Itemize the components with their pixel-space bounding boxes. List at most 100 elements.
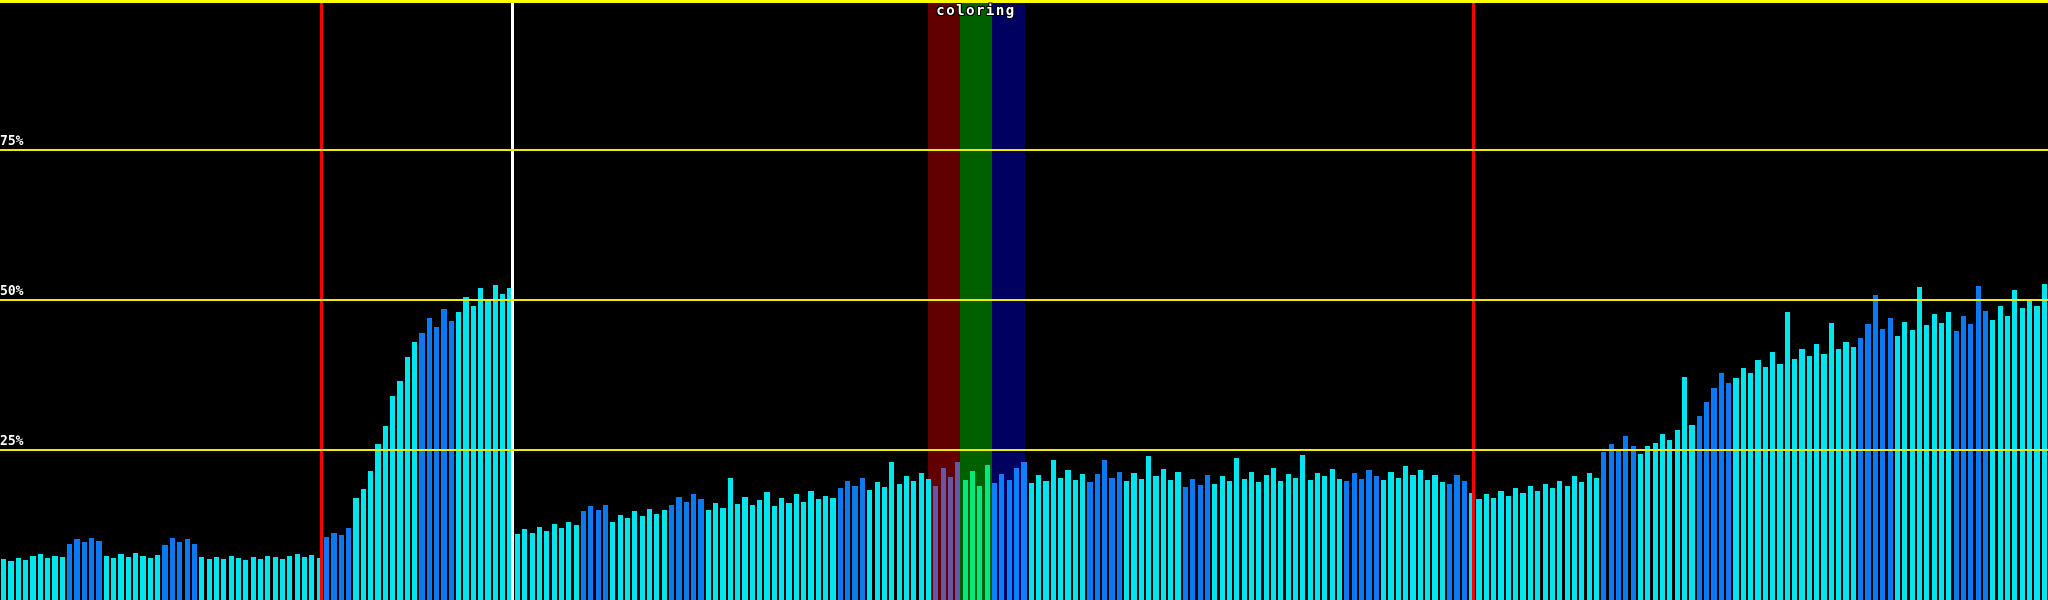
history-bar bbox=[419, 333, 425, 600]
history-bar bbox=[1784, 312, 1790, 600]
history-bar bbox=[1447, 483, 1453, 600]
history-bar bbox=[845, 481, 851, 600]
history-bar bbox=[155, 555, 161, 600]
history-bar bbox=[1505, 495, 1511, 600]
history-bar bbox=[1938, 322, 1945, 600]
history-bar bbox=[867, 489, 873, 600]
history-bar bbox=[1645, 446, 1651, 600]
history-bar bbox=[837, 488, 843, 600]
usage-history-graph: 75% 50% 25% coloring bbox=[0, 0, 2048, 600]
history-bar bbox=[749, 505, 755, 600]
history-bar bbox=[1498, 490, 1504, 600]
history-bar bbox=[1997, 306, 2003, 600]
history-bar bbox=[1080, 474, 1086, 600]
history-bar bbox=[1711, 387, 1717, 600]
history-bar bbox=[646, 508, 653, 600]
history-bar bbox=[830, 498, 836, 600]
history-bar bbox=[1579, 482, 1585, 600]
history-bar bbox=[133, 553, 139, 600]
history-bar bbox=[786, 502, 792, 600]
history-bar bbox=[566, 522, 572, 600]
history-bar bbox=[896, 483, 902, 600]
history-bar bbox=[1028, 483, 1034, 600]
history-bar bbox=[338, 535, 344, 600]
history-bar bbox=[1909, 330, 1915, 600]
history-bar bbox=[1036, 475, 1042, 600]
history-bar bbox=[1153, 476, 1159, 600]
history-bar bbox=[514, 534, 521, 600]
history-bar bbox=[111, 558, 117, 600]
history-bar bbox=[1388, 471, 1394, 600]
history-bar bbox=[2041, 284, 2047, 600]
history-bar bbox=[294, 554, 300, 600]
history-bar bbox=[1050, 459, 1056, 600]
history-bar bbox=[852, 486, 858, 600]
history-bar bbox=[1182, 487, 1188, 600]
history-bar bbox=[1403, 465, 1409, 600]
history-bar bbox=[1880, 328, 1886, 600]
history-bar bbox=[1329, 469, 1335, 600]
history-bar bbox=[1542, 483, 1548, 600]
history-bar bbox=[470, 306, 476, 600]
history-bar bbox=[668, 505, 675, 600]
history-bar bbox=[1439, 482, 1445, 600]
history-bar bbox=[1520, 493, 1526, 600]
history-bar bbox=[1285, 474, 1291, 600]
history-bar bbox=[89, 537, 95, 600]
history-bar bbox=[933, 486, 939, 600]
history-bar bbox=[323, 537, 330, 600]
history-bar bbox=[426, 318, 432, 600]
history-bar bbox=[551, 524, 557, 600]
history-bar bbox=[1058, 477, 1064, 600]
history-bar bbox=[676, 496, 682, 600]
history-bar bbox=[1366, 470, 1372, 600]
history-bar bbox=[1858, 338, 1864, 600]
history-bar bbox=[177, 541, 183, 600]
history-bar bbox=[1109, 477, 1115, 600]
history-bar bbox=[1755, 360, 1761, 600]
history-bar bbox=[1652, 442, 1658, 600]
history-bar bbox=[632, 511, 638, 600]
history-bar bbox=[45, 558, 51, 600]
history-bar bbox=[375, 444, 381, 600]
history-bar bbox=[1094, 474, 1100, 600]
history-bar bbox=[206, 559, 212, 600]
history-bar bbox=[691, 494, 697, 600]
history-bar bbox=[1065, 470, 1071, 600]
history-bar bbox=[1307, 480, 1313, 600]
percent-tick-label: 25% bbox=[0, 434, 24, 449]
history-bar bbox=[1593, 477, 1600, 600]
history-bar bbox=[1821, 354, 1827, 600]
history-bar bbox=[1623, 435, 1629, 600]
history-bar bbox=[1454, 475, 1460, 600]
history-bar bbox=[1872, 295, 1878, 600]
history-bar bbox=[1300, 454, 1306, 600]
history-bar bbox=[1336, 478, 1343, 600]
history-bar bbox=[309, 555, 315, 600]
history-bar bbox=[793, 494, 799, 600]
history-bar bbox=[1483, 494, 1489, 600]
history-bar bbox=[1241, 478, 1247, 600]
history-bar bbox=[654, 513, 660, 600]
history-bar bbox=[1344, 481, 1350, 600]
history-bar bbox=[1982, 310, 1989, 600]
history-bar bbox=[720, 507, 726, 600]
history-bar bbox=[1292, 477, 1299, 600]
history-bar bbox=[859, 477, 866, 600]
history-bar bbox=[1946, 312, 1952, 600]
percent-tick-label: 75% bbox=[0, 134, 24, 149]
history-bar bbox=[1146, 456, 1152, 600]
history-bar bbox=[1608, 444, 1614, 600]
history-bar bbox=[228, 556, 234, 600]
history-bar bbox=[1549, 488, 1556, 600]
history-bar bbox=[118, 554, 124, 600]
history-bar bbox=[1256, 482, 1262, 600]
history-bar bbox=[500, 294, 506, 600]
history-bar bbox=[346, 528, 352, 600]
history-bar bbox=[169, 538, 176, 600]
history-bar bbox=[81, 542, 87, 600]
history-bar bbox=[1168, 480, 1174, 600]
history-bar bbox=[1630, 446, 1636, 600]
history-bar bbox=[23, 559, 29, 600]
history-bar bbox=[1990, 320, 1996, 600]
